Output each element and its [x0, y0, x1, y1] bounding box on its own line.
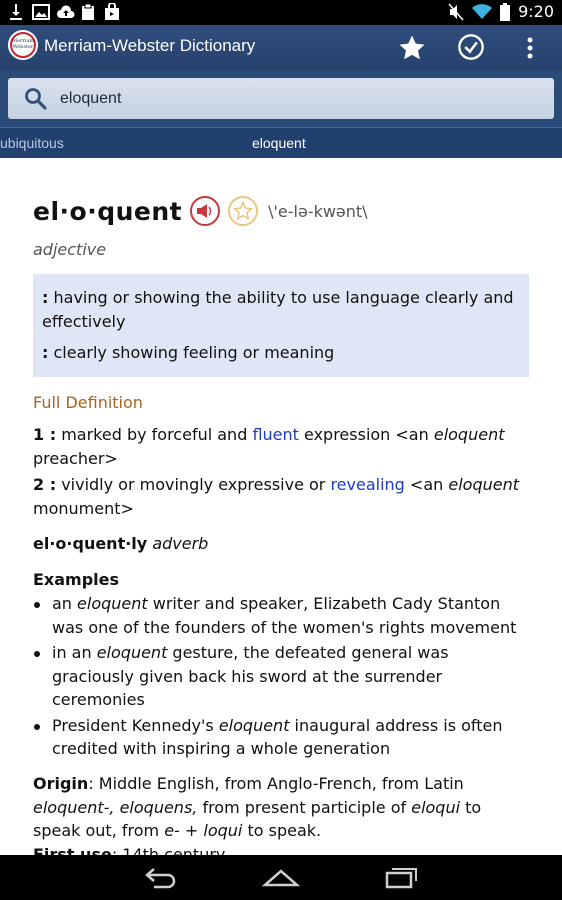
audio-button[interactable] [190, 196, 221, 226]
entry-content[interactable]: el·o·quent \'e-lə-kwənt\ adjective : hav… [0, 158, 562, 855]
origin-text: + [179, 821, 204, 840]
origin-text: from present participle of [197, 797, 412, 817]
run-on-word: el·o·quent·ly [33, 534, 148, 553]
speaker-icon [197, 204, 212, 218]
example-item: in an eloquent gesture, the defeated gen… [33, 641, 529, 712]
app-logo-text: Merriam-Webster [12, 34, 36, 56]
link-fluent[interactable]: fluent [252, 425, 298, 444]
part-of-speech: adjective [33, 240, 107, 259]
run-on-pos: adverb [152, 534, 209, 553]
overflow-menu-icon[interactable] [518, 33, 542, 63]
notification-icons [8, 2, 120, 21]
example-item: President Kennedy's eloquent inaugural a… [33, 714, 529, 761]
headword: el·o·quent [33, 196, 183, 226]
first-use: First use: 14th century [33, 843, 529, 855]
examples-list: an eloquent writer and speaker, Elizabet… [33, 592, 529, 763]
current-word-tab[interactable]: eloquent [252, 135, 306, 151]
mute-icon [448, 3, 464, 20]
sense-number: 2 : [33, 475, 57, 494]
app-title: Merriam-Webster Dictionary [44, 36, 256, 55]
previous-word-tab[interactable]: ubiquitous [0, 135, 64, 151]
definition-text: monument> [33, 498, 134, 518]
cloud-upload-icon [56, 3, 75, 21]
pronunciation: \'e-lə-kwənt\ [268, 201, 368, 221]
example-italic: eloquent [218, 715, 290, 735]
definition-text: marked by forceful and [56, 425, 253, 444]
battery-icon [500, 2, 511, 21]
short-definitions-box: : having or showing the ability to use l… [33, 274, 529, 377]
full-definition-title: Full Definition [33, 393, 143, 412]
navigation-bar [0, 855, 562, 900]
back-icon[interactable] [140, 863, 180, 893]
short-definition-text: having or showing the ability to use lan… [42, 288, 514, 331]
full-definition-2: 2 : vividly or movingly expressive or re… [33, 473, 529, 520]
sense-number: 1 : [33, 425, 57, 444]
star-icon[interactable] [397, 33, 427, 63]
status-time: 9:20 [518, 2, 554, 21]
origin-italic: e- [164, 821, 180, 840]
example-text: President Kennedy's [52, 715, 219, 735]
example-text: in an [52, 643, 97, 662]
image-icon [32, 3, 50, 21]
verbal-illustration: eloquent [448, 475, 519, 494]
definition-text: preacher> [33, 448, 118, 468]
definition-text: expression <an [298, 425, 434, 444]
star-outline-icon [233, 201, 254, 221]
origin-text: : Middle English, from Anglo-French, fro… [88, 774, 464, 793]
origin-text: to speak. [242, 821, 322, 840]
action-bar: Merriam-Webster Merriam-Webster Dictiona… [0, 25, 562, 70]
download-icon [8, 3, 24, 21]
origin: Origin: Middle English, from Anglo-Frenc… [33, 772, 529, 843]
full-definition-1: 1 : marked by forceful and fluent expres… [33, 423, 529, 470]
first-use-label: First use [33, 845, 112, 855]
verbal-illustration: eloquent [433, 425, 505, 444]
favorite-button[interactable] [228, 196, 259, 226]
short-definition: : having or showing the ability to use l… [42, 286, 519, 334]
examples-title: Examples [33, 570, 120, 589]
example-italic: eloquent [96, 643, 168, 662]
headword-row: el·o·quent \'e-lə-kwənt\ [33, 196, 368, 226]
origin-label: Origin [33, 774, 89, 793]
definition-text: <an [404, 475, 449, 494]
short-definition-text: clearly showing feeling or meaning [48, 343, 335, 362]
search-input[interactable] [60, 78, 540, 119]
word-strip: ubiquitous eloquent [0, 127, 562, 158]
home-icon[interactable] [261, 863, 301, 893]
example-text: an [52, 594, 78, 613]
recents-icon[interactable] [381, 863, 421, 893]
origin-italic: eloqui [411, 797, 461, 817]
search-area [0, 70, 562, 127]
app-logo[interactable]: Merriam-Webster [8, 30, 38, 60]
bag-icon [104, 2, 120, 21]
first-use-text: : 14th century [111, 845, 226, 855]
example-item: an eloquent writer and speaker, Elizabet… [33, 592, 529, 639]
check-circle-icon[interactable] [457, 33, 487, 63]
origin-italic: loqui [203, 821, 243, 840]
search-box[interactable] [8, 78, 554, 119]
short-definition: : clearly showing feeling or meaning [42, 341, 519, 365]
definition-text: vividly or movingly expressive or [56, 475, 331, 494]
origin-italic: eloquent-, eloquens, [33, 797, 198, 817]
status-bar: 9:20 [0, 0, 562, 25]
search-icon[interactable] [24, 87, 48, 111]
example-italic: eloquent [77, 594, 148, 613]
run-on-entry: el·o·quent·ly adverb [33, 532, 529, 556]
link-revealing[interactable]: revealing [330, 475, 404, 494]
clipboard-icon [80, 3, 96, 21]
wifi-icon [472, 3, 493, 19]
